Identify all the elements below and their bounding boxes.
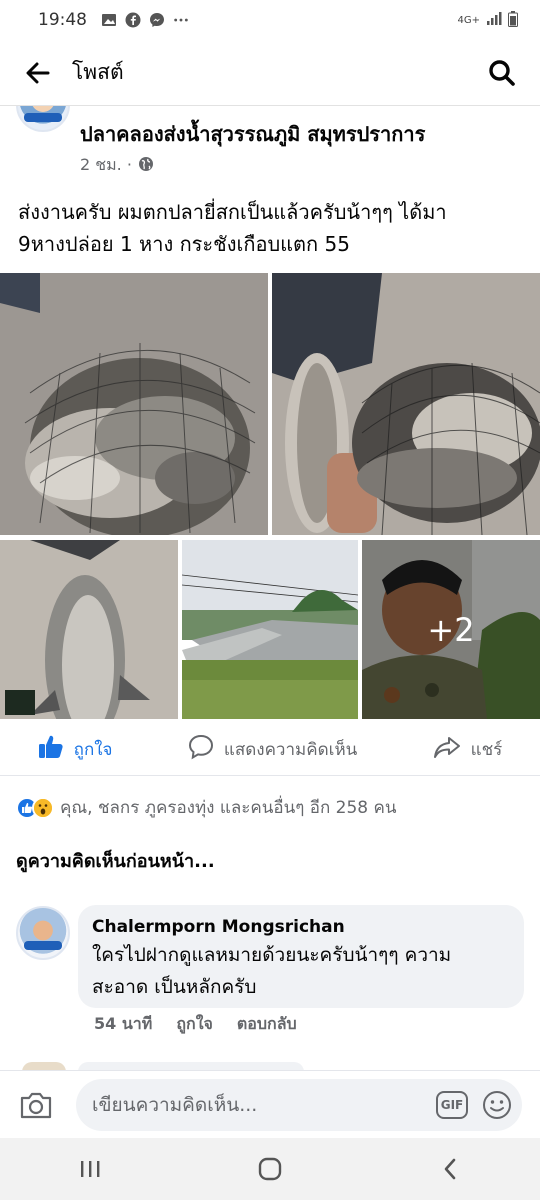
comment-button[interactable]: แสดงความคิดเห็น <box>188 734 357 765</box>
comment-time: 54 นาที <box>94 1014 153 1033</box>
comment-bubble: Chalermporn Mongsrichan ใครไปฝากดูแลหมาย… <box>78 905 524 1008</box>
comment-reply-button[interactable]: ตอบกลับ <box>237 1012 297 1037</box>
comment-input[interactable]: เขียนความคิดเห็น... GIF <box>76 1078 522 1131</box>
system-navigation-bar <box>0 1138 540 1200</box>
photo-grid: +2 <box>0 273 540 719</box>
facebook-icon <box>125 12 141 28</box>
comment-composer: เขียนความคิดเห็น... GIF <box>0 1070 540 1138</box>
camera-icon[interactable] <box>14 1083 58 1127</box>
post-time[interactable]: 2 ชม. · <box>80 153 132 178</box>
photo-fish-net-2[interactable] <box>272 273 540 535</box>
gif-button[interactable]: GIF <box>436 1090 468 1119</box>
group-name[interactable]: ปลาคลองส่งน้ำสุวรรณภูมิ สมุทรปราการ <box>80 118 425 150</box>
comment-author[interactable]: Chalermporn Mongsrichan <box>92 917 510 937</box>
like-button[interactable]: ถูกใจ <box>38 734 113 765</box>
view-previous-comments-link[interactable]: ดูความคิดเห็นก่อนหน้า... <box>16 846 215 875</box>
battery-icon <box>508 10 518 30</box>
more-photos-overlay[interactable]: +2 <box>362 540 540 719</box>
wow-reaction-icon <box>32 796 54 819</box>
emoji-icon[interactable] <box>482 1090 512 1120</box>
post-actions: ถูกใจ แสดงความคิดเห็น แชร์ <box>0 724 540 776</box>
post-header: ปลาคลองส่งน้ำสุวรรณภูมิ สมุทรปราการ 2 ชม… <box>0 78 540 182</box>
back-nav-icon[interactable] <box>420 1147 480 1191</box>
comment-text: ใครไปฝากดูแลหมายด้วยนะครับน้าๆๆ ความ สะอ… <box>92 944 452 998</box>
commenter-avatar[interactable] <box>16 906 70 960</box>
app-header: โพสต์ <box>0 40 540 106</box>
photo-fisherman[interactable]: +2 <box>362 540 540 719</box>
comment-placeholder: เขียนความคิดเห็น... <box>92 1093 258 1116</box>
comment-like-button[interactable]: ถูกใจ <box>176 1012 213 1037</box>
post-text: ส่งงานครับ ผมตกปลายี่สกเป็นแล้วครับน้าๆๆ… <box>18 200 447 256</box>
page-title: โพสต์ <box>72 60 124 84</box>
status-bar: 19:48 4G+ <box>0 0 540 40</box>
photo-canal[interactable] <box>182 540 358 719</box>
signal-icon <box>486 11 502 29</box>
more-notifications-icon <box>173 12 189 28</box>
globe-icon <box>138 156 154 176</box>
reactions-summary[interactable]: คุณ, ชลกร ภูครองทุ่ง และคนอื่นๆ อีก 258 … <box>16 794 396 821</box>
status-time: 19:48 <box>38 10 87 30</box>
back-arrow-icon[interactable] <box>18 53 58 93</box>
messenger-icon <box>149 12 165 28</box>
recent-apps-icon[interactable] <box>60 1147 120 1191</box>
share-icon <box>433 735 461 764</box>
photo-fish-net-1[interactable] <box>0 273 268 535</box>
network-type: 4G+ <box>457 14 481 26</box>
photo-fish-on-ground[interactable] <box>0 540 178 719</box>
reactions-text: คุณ, ชลกร ภูครองทุ่ง และคนอื่นๆ อีก 258 … <box>60 798 397 818</box>
comment-icon <box>188 734 214 765</box>
home-icon[interactable] <box>240 1147 300 1191</box>
thumbs-up-icon <box>38 734 64 765</box>
gallery-icon <box>101 12 117 28</box>
comment-actions: 54 นาที ถูกใจ ตอบกลับ <box>94 1012 297 1037</box>
share-button[interactable]: แชร์ <box>433 735 502 764</box>
search-icon[interactable] <box>482 53 522 93</box>
